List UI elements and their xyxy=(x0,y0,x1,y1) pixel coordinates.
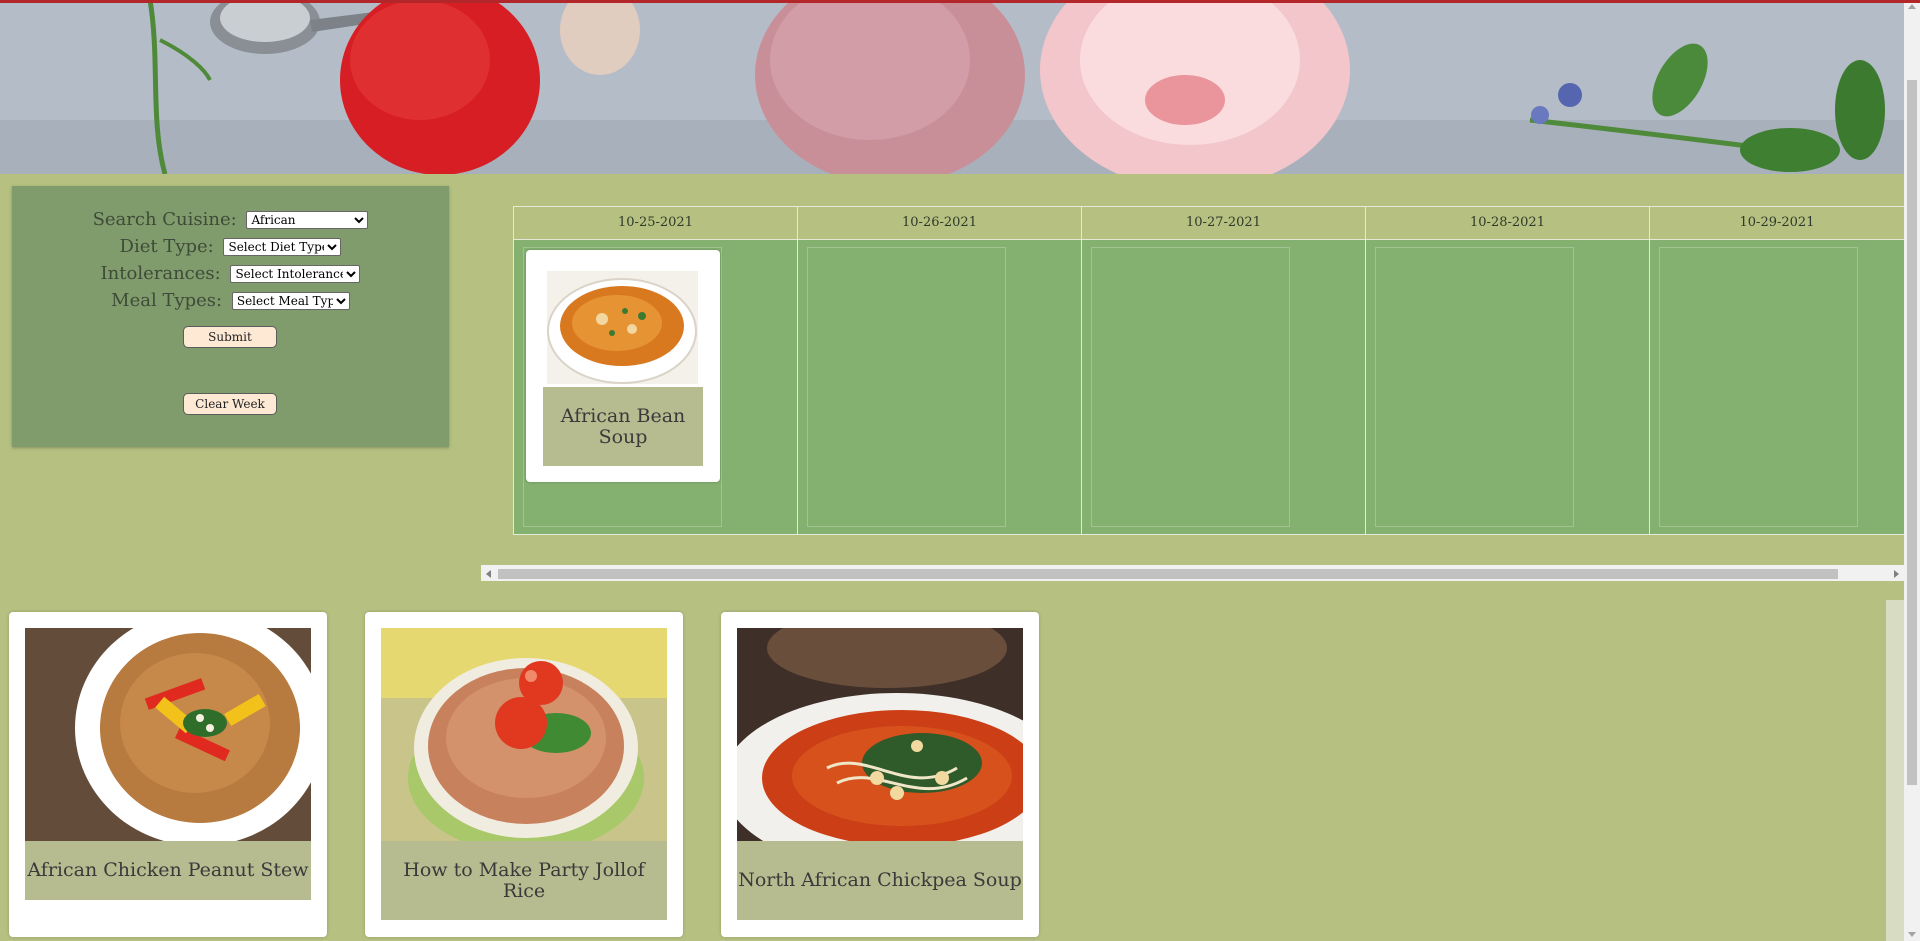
day-header: 10-25-2021 xyxy=(514,207,797,240)
cuisine-row: Search Cuisine: African xyxy=(12,209,449,230)
results-side-strip xyxy=(1886,600,1904,941)
search-panel: Search Cuisine: African Diet Type: Selec… xyxy=(12,186,449,447)
meal-row: Meal Types: Select Meal Type xyxy=(12,290,449,311)
day-column: 10-29-2021 xyxy=(1650,207,1904,534)
peanut-stew-image xyxy=(25,628,311,841)
scroll-right-icon[interactable] xyxy=(1894,570,1899,578)
recipe-title: How to Make Party Jollof Rice xyxy=(381,841,667,920)
recipe-title: North African Chickpea Soup xyxy=(737,841,1023,920)
recipe-card[interactable]: African Chicken Peanut Stew xyxy=(9,612,327,937)
diet-label: Diet Type: xyxy=(119,236,214,257)
day-header: 10-26-2021 xyxy=(798,207,1081,240)
meal-select[interactable]: Select Meal Type xyxy=(231,292,350,310)
intolerances-label: Intolerances: xyxy=(100,263,221,284)
recipe-title: African Chicken Peanut Stew xyxy=(25,841,311,900)
bean-soup-image xyxy=(547,271,698,384)
day-header: 10-29-2021 xyxy=(1650,207,1904,240)
planned-recipe-title: African Bean Soup xyxy=(543,387,703,466)
day-header: 10-27-2021 xyxy=(1082,207,1365,240)
page-vertical-scrollbar[interactable] xyxy=(1904,0,1920,941)
day-dropzone[interactable] xyxy=(1091,247,1290,527)
day-column: 10-27-2021 xyxy=(1082,207,1366,534)
day-header: 10-28-2021 xyxy=(1366,207,1649,240)
week-planner: 10-25-2021 10-26-2021 10-27-2021 10-28-2… xyxy=(513,206,1905,535)
intolerances-select[interactable]: Select Intolerances xyxy=(230,265,361,283)
hero-image xyxy=(0,0,1904,174)
top-accent-line xyxy=(0,0,1920,3)
submit-button[interactable]: Submit xyxy=(183,326,277,348)
intolerances-row: Intolerances: Select Intolerances xyxy=(12,263,449,284)
diet-row: Diet Type: Select Diet Type xyxy=(12,236,449,257)
recipe-card[interactable]: How to Make Party Jollof Rice xyxy=(365,612,683,937)
day-dropzone[interactable] xyxy=(1375,247,1574,527)
hero-banner xyxy=(0,0,1904,174)
scroll-up-icon[interactable] xyxy=(1908,4,1916,9)
week-horizontal-scrollbar[interactable] xyxy=(481,565,1904,581)
jollof-rice-image xyxy=(381,628,667,841)
day-dropzone[interactable] xyxy=(807,247,1006,527)
cuisine-select[interactable]: African xyxy=(246,211,369,229)
day-column: 10-28-2021 xyxy=(1366,207,1650,534)
chickpea-soup-image xyxy=(737,628,1023,841)
scroll-down-icon[interactable] xyxy=(1908,932,1916,937)
planned-recipe-card[interactable]: African Bean Soup xyxy=(526,250,720,482)
meal-label: Meal Types: xyxy=(111,290,223,311)
cuisine-label: Search Cuisine: xyxy=(92,209,237,230)
recipe-card[interactable]: North African Chickpea Soup xyxy=(721,612,1039,937)
day-column: 10-26-2021 xyxy=(798,207,1082,534)
diet-select[interactable]: Select Diet Type xyxy=(223,238,342,256)
scroll-left-icon[interactable] xyxy=(486,570,491,578)
clear-week-button[interactable]: Clear Week xyxy=(183,393,277,415)
scrollbar-thumb[interactable] xyxy=(1907,80,1917,785)
day-dropzone[interactable] xyxy=(1659,247,1858,527)
scrollbar-thumb[interactable] xyxy=(498,569,1838,579)
